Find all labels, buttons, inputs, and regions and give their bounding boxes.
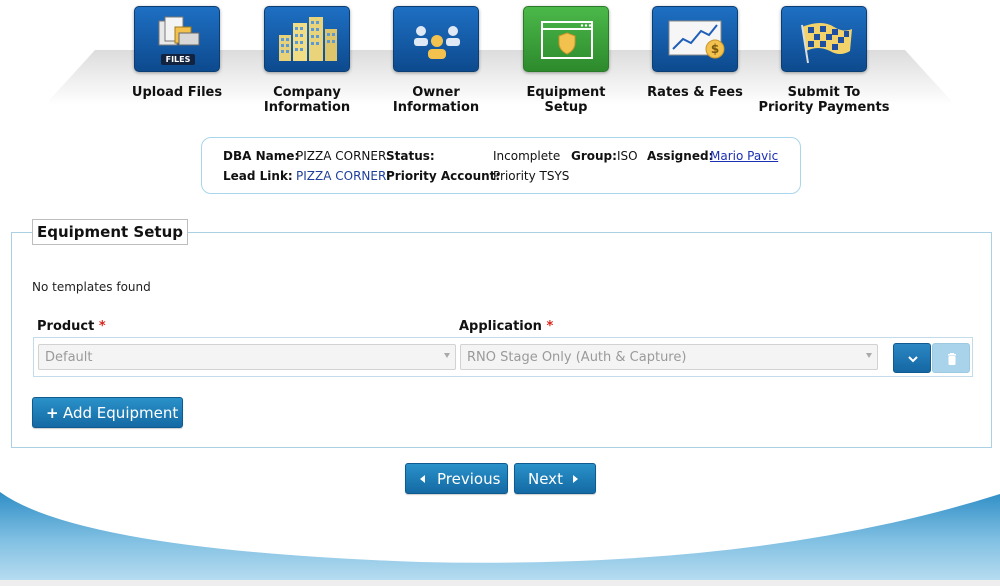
- chart-dollar-icon: $: [652, 6, 738, 72]
- trash-icon: [948, 353, 956, 365]
- product-select[interactable]: Default: [38, 344, 456, 370]
- application-label: Application *: [459, 319, 553, 334]
- product-select-value: Default: [45, 350, 93, 365]
- caret-down-icon: [866, 353, 872, 358]
- application-label-text: Application: [459, 319, 542, 334]
- step-label: Submit To: [787, 85, 861, 100]
- application-select[interactable]: RNO Stage Only (Auth & Capture): [460, 344, 878, 370]
- step-submit-priority-payments[interactable]: Submit To Priority Payments: [744, 6, 904, 115]
- assigned-label: Assigned:: [647, 149, 714, 163]
- status-label: Status:: [386, 149, 435, 163]
- product-label-text: Product: [37, 319, 95, 334]
- delete-row-button[interactable]: [932, 343, 970, 373]
- wizard-steps: FILES Upload Files Company Information O…: [0, 0, 1000, 130]
- browser-shield-icon: [523, 6, 609, 72]
- no-templates-message: No templates found: [32, 280, 151, 294]
- svg-text:$: $: [711, 42, 719, 56]
- group-label: Group:: [571, 149, 617, 163]
- step-label: Setup: [544, 100, 588, 115]
- files-tile-text: FILES: [165, 55, 191, 64]
- lead-link-label: Lead Link:: [223, 169, 293, 183]
- caret-down-icon: [444, 353, 450, 358]
- checkered-flag-icon: [781, 6, 867, 72]
- priority-account-label: Priority Account:: [386, 169, 501, 183]
- files-icon: FILES: [134, 6, 220, 72]
- footer-wave: [0, 492, 1000, 586]
- add-equipment-button[interactable]: + Add Equipment: [32, 397, 183, 428]
- lead-link[interactable]: PIZZA CORNER: [296, 169, 386, 183]
- group-value: ISO: [617, 149, 638, 163]
- merchant-summary: DBA Name: PIZZA CORNER Status: Incomplet…: [201, 137, 801, 194]
- step-label: Priority Payments: [758, 100, 890, 115]
- plus-icon: +: [46, 404, 59, 422]
- dba-value: PIZZA CORNER: [296, 149, 387, 163]
- expand-row-button[interactable]: [893, 343, 931, 373]
- application-select-value: RNO Stage Only (Auth & Capture): [467, 350, 687, 365]
- required-mark: *: [98, 319, 106, 334]
- page-root: { "steps": [ {"label_line1": "Upload Fil…: [0, 0, 1000, 586]
- equipment-legend: Equipment Setup: [32, 219, 188, 245]
- priority-account-value: Priority TSYS: [493, 169, 570, 183]
- product-label: Product *: [37, 319, 106, 334]
- dba-label: DBA Name:: [223, 149, 300, 163]
- add-equipment-label: Add Equipment: [63, 404, 179, 422]
- chevron-down-icon: [908, 356, 918, 363]
- assigned-user-link[interactable]: Mario Pavic: [710, 149, 778, 163]
- status-value: Incomplete: [493, 149, 561, 163]
- required-mark: *: [546, 319, 554, 334]
- people-icon: [393, 6, 479, 72]
- buildings-icon: [264, 6, 350, 72]
